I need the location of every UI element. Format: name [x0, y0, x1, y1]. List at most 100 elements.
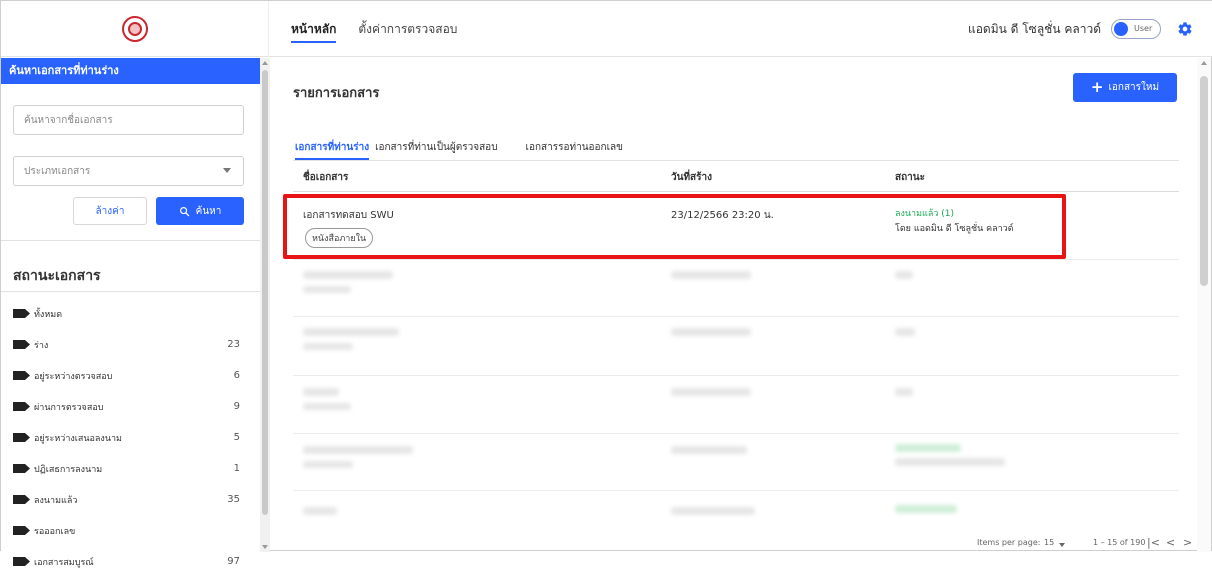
status-item-count: 23 [227, 339, 240, 350]
main-scroll-thumb[interactable] [1200, 76, 1208, 286]
document-type-select[interactable]: ประเภทเอกสาร [13, 156, 244, 186]
sidebar-scroll-thumb[interactable] [262, 70, 268, 515]
status-item-label: ผ่านการตรวจสอบ [34, 402, 104, 413]
search-button-label: ค้นหา [195, 205, 222, 217]
sidebar-divider [1, 240, 260, 241]
page-range: 1 – 15 of 190 [1093, 538, 1146, 547]
gear-icon[interactable] [1177, 21, 1193, 37]
status-item-signed[interactable]: ลงนามแล้ว 35 [1, 484, 260, 515]
nav-settings[interactable]: ตั้งค่าการตรวจสอบ [358, 1, 457, 57]
tabs-divider [293, 160, 1179, 161]
blurred-row-content [895, 271, 913, 279]
blurred-row-content [303, 328, 399, 336]
search-icon [179, 206, 189, 216]
tag-icon [13, 526, 30, 535]
status-item-all[interactable]: ทั้งหมด [1, 298, 260, 329]
column-header-status[interactable]: สถานะ [895, 170, 925, 185]
blurred-row-content [303, 446, 413, 454]
row-divider [293, 490, 1179, 491]
new-document-label: เอกสารใหม่ [1108, 82, 1160, 93]
column-header-name[interactable]: ชื่อเอกสาร [303, 170, 348, 185]
document-search-input[interactable]: ค้นหาจากชื่อเอกสาร [13, 105, 244, 135]
toggle-label: User [1134, 24, 1153, 33]
sidebar-scrollbar[interactable] [260, 58, 270, 552]
row-divider [293, 375, 1179, 376]
plus-icon: + [1090, 78, 1104, 96]
status-list: ทั้งหมด ร่าง 23 อยู่ระหว่างตรวจสอบ 6 ผ่า… [1, 298, 260, 577]
role-toggle[interactable]: User [1111, 19, 1161, 39]
new-document-button[interactable]: + เอกสารใหม่ [1073, 73, 1177, 102]
status-item-label: รอออกเลข [34, 526, 76, 537]
status-item-label: เอกสารสมบูรณ์ [34, 557, 94, 568]
blurred-row-content [671, 271, 751, 279]
previous-page-icon[interactable]: < [1166, 536, 1175, 549]
status-item-reviewing[interactable]: อยู่ระหว่างตรวจสอบ 6 [1, 360, 260, 391]
page-title: รายการเอกสาร [293, 86, 380, 101]
blurred-row-content [895, 388, 913, 396]
status-item-count: 97 [227, 556, 240, 567]
tag-icon [13, 557, 30, 566]
status-item-label: ทั้งหมด [34, 309, 63, 320]
tab-my-drafts[interactable]: เอกสารที่ท่านร่าง [295, 134, 370, 160]
blurred-row-content [303, 461, 353, 468]
sidebar: ค้นหาเอกสารที่ท่านร่าง ค้นหาจากชื่อเอกสา… [1, 58, 260, 568]
tag-icon [13, 402, 30, 411]
status-item-label: อยู่ระหว่างเสนอลงนาม [34, 433, 122, 444]
tag-icon [13, 309, 30, 318]
status-item-pending-signature[interactable]: อยู่ระหว่างเสนอลงนาม 5 [1, 422, 260, 453]
blurred-row-content [303, 388, 339, 396]
top-nav: หน้าหลัก ตั้งค่าการตรวจสอบ [291, 1, 479, 57]
blurred-row-content [671, 507, 755, 515]
chevron-down-icon [223, 168, 231, 173]
tag-icon [13, 495, 30, 504]
scroll-down-icon[interactable] [262, 545, 268, 549]
status-item-label: ปฏิเสธการลงนาม [34, 464, 103, 475]
reset-button[interactable]: ล้างค่า [73, 197, 147, 225]
blurred-row-content [303, 507, 337, 515]
sidebar-divider [1, 291, 260, 292]
first-page-icon[interactable]: |< [1147, 536, 1160, 549]
scroll-up-icon[interactable] [262, 61, 268, 65]
nav-home[interactable]: หน้าหลัก [291, 1, 337, 57]
blurred-row-content [671, 328, 751, 336]
tag-icon [13, 340, 30, 349]
column-header-date[interactable]: วันที่สร้าง [671, 170, 712, 185]
row-divider [293, 259, 1179, 260]
status-item-rejected[interactable]: ปฏิเสธการลงนาม 1 [1, 453, 260, 484]
search-panel-header: ค้นหาเอกสารที่ท่านร่าง [1, 58, 260, 84]
blurred-row-content [303, 286, 351, 293]
user-area: แอดมิน ดี โซลูชั่น คลาวด์ User [968, 1, 1193, 57]
tab-reviewer[interactable]: เอกสารที่ท่านเป็นผู้ตรวจสอบ [375, 134, 497, 160]
highlight-box [283, 194, 1066, 259]
next-page-icon[interactable]: > [1183, 536, 1192, 549]
status-item-approved[interactable]: ผ่านการตรวจสอบ 9 [1, 391, 260, 422]
status-item-count: 35 [227, 494, 240, 505]
blurred-row-content [895, 458, 1005, 466]
row-divider [293, 316, 1179, 317]
items-per-page-label: Items per page: [977, 538, 1041, 547]
status-item-awaiting-number[interactable]: รอออกเลข [1, 515, 260, 546]
blurred-row-content [671, 446, 747, 454]
status-item-label: ร่าง [34, 340, 49, 351]
blurred-row-content [895, 505, 957, 513]
status-item-count: 9 [233, 401, 240, 412]
status-item-draft[interactable]: ร่าง 23 [1, 329, 260, 360]
chevron-down-icon[interactable] [1059, 543, 1065, 547]
document-type-placeholder: ประเภทเอกสาร [24, 165, 91, 177]
blurred-row-content [303, 271, 393, 279]
table-header-divider [293, 191, 1179, 192]
items-per-page-select[interactable]: 15 [1044, 538, 1054, 547]
blurred-row-content [303, 403, 351, 410]
search-button[interactable]: ค้นหา [156, 197, 244, 225]
status-item-count: 1 [233, 463, 240, 474]
tab-awaiting-number[interactable]: เอกสารรอท่านออกเลข [526, 134, 623, 160]
main-scrollbar[interactable] [1197, 58, 1211, 552]
blurred-row-content [895, 444, 961, 452]
status-item-count: 5 [233, 432, 240, 443]
tag-icon [13, 433, 30, 442]
paginator: Items per page: 15 1 – 15 of 190 |< < > [271, 536, 1197, 552]
status-item-count: 6 [233, 370, 240, 381]
main-content: รายการเอกสาร + เอกสารใหม่ เอกสารที่ท่านร… [271, 58, 1197, 552]
scroll-up-icon[interactable] [1201, 61, 1207, 65]
toggle-knob [1114, 22, 1128, 36]
